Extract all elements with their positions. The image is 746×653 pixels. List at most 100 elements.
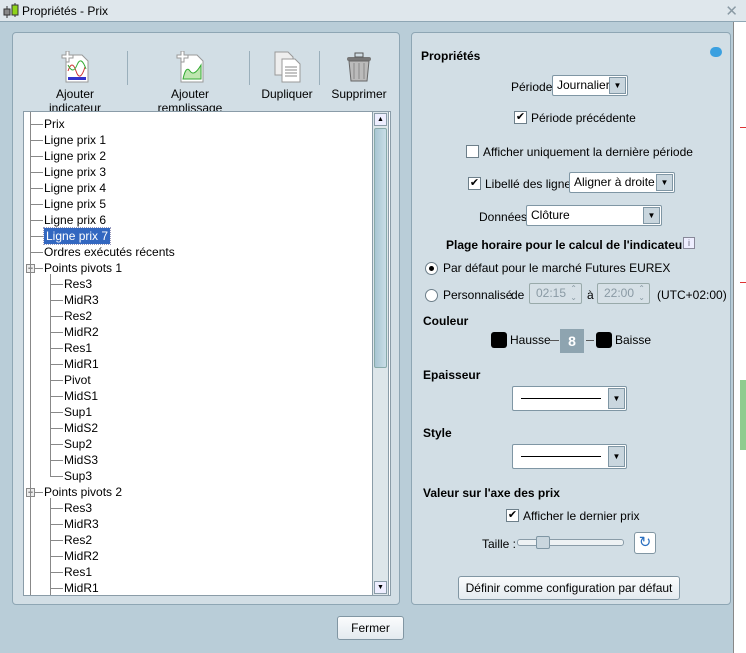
period-label: Période bbox=[511, 80, 553, 94]
tree-scrollbar[interactable]: ▲ ▼ bbox=[372, 111, 389, 596]
custom-label: Personnalisé bbox=[443, 288, 513, 302]
tree-child-item[interactable]: MidS2 bbox=[64, 420, 98, 436]
tree-child-item[interactable]: MidR3 bbox=[64, 516, 99, 532]
delete-label: Supprimer bbox=[331, 87, 387, 101]
scroll-up-icon[interactable]: ▲ bbox=[374, 113, 387, 126]
tree-item[interactable]: Ligne prix 3 bbox=[44, 164, 106, 180]
down-color-swatch[interactable] bbox=[596, 332, 612, 348]
add-fill-icon bbox=[176, 51, 204, 83]
last-period-only-label: Afficher uniquement la dernière période bbox=[483, 145, 693, 159]
from-time-value: 02:15 bbox=[536, 286, 567, 300]
tree-child-item[interactable]: Sup1 bbox=[64, 404, 92, 420]
tree-child-item[interactable]: MidR2 bbox=[64, 548, 99, 564]
thickness-heading: Epaisseur bbox=[423, 368, 481, 382]
element-tree[interactable]: Prix Ligne prix 1 Ligne prix 2 Ligne prix 3… bbox=[23, 111, 391, 596]
tree-child-item[interactable]: Res2 bbox=[64, 308, 92, 324]
align-value: Aligner à droite bbox=[574, 175, 655, 189]
tree-child-item[interactable]: MidR1 bbox=[64, 580, 99, 595]
close-button[interactable]: Fermer bbox=[337, 616, 404, 640]
tree-child-item[interactable]: MidS3 bbox=[64, 452, 98, 468]
link-colors-icon[interactable]: 8 bbox=[560, 329, 584, 353]
from-time-input[interactable]: 02:15 ⌃ ⌄ bbox=[529, 283, 582, 304]
chevron-down-icon: ▼ bbox=[656, 174, 673, 191]
tree-child-item[interactable]: Pivot bbox=[64, 372, 91, 388]
duplicate-label: Dupliquer bbox=[261, 87, 313, 101]
trash-icon bbox=[347, 52, 371, 82]
line-labels-checkbox[interactable]: ✔ bbox=[468, 177, 481, 190]
spinner-icon[interactable]: ⌃ ⌄ bbox=[638, 284, 645, 302]
chevron-down-icon: ▼ bbox=[609, 77, 626, 94]
title-bar: Propriétés - Prix ✕ bbox=[0, 0, 746, 22]
tree-group[interactable]: Points pivots 1 bbox=[44, 260, 122, 276]
price-axis-heading: Valeur sur l'axe des prix bbox=[423, 486, 560, 500]
size-slider[interactable] bbox=[517, 536, 624, 549]
last-period-only-checkbox[interactable] bbox=[466, 145, 479, 158]
tree-child-item[interactable]: MidR1 bbox=[64, 356, 99, 372]
tree-item[interactable]: Ordres exécutés récents bbox=[44, 244, 175, 260]
to-time-value: 22:00 bbox=[604, 286, 635, 300]
thickness-select[interactable]: ▼ bbox=[512, 386, 627, 411]
reset-icon[interactable]: ↻ bbox=[634, 532, 656, 554]
color-heading: Couleur bbox=[423, 314, 469, 328]
properties-heading: Propriétés bbox=[421, 49, 481, 63]
default-market-radio[interactable] bbox=[425, 262, 438, 275]
tree-child-item[interactable]: Res3 bbox=[64, 500, 92, 516]
style-heading: Style bbox=[423, 426, 452, 440]
app-candlestick-icon bbox=[3, 3, 19, 18]
data-label: Données bbox=[479, 210, 528, 224]
tree-child-item[interactable]: Res1 bbox=[64, 564, 92, 580]
tree-child-item[interactable]: Res1 bbox=[64, 340, 92, 356]
add-indicator-button[interactable]: Ajouter indicateur bbox=[29, 51, 121, 115]
timezone-label: (UTC+02:00) bbox=[657, 288, 727, 302]
scroll-thumb[interactable] bbox=[374, 128, 387, 368]
tree-item[interactable]: Ligne prix 5 bbox=[44, 196, 106, 212]
delete-button[interactable]: Supprimer bbox=[329, 51, 389, 101]
tree-child-item[interactable]: Res2 bbox=[64, 532, 92, 548]
prev-period-checkbox[interactable]: ✔ bbox=[514, 111, 527, 124]
info-icon[interactable]: i bbox=[683, 237, 695, 249]
data-select[interactable]: Clôture ▼ bbox=[526, 205, 662, 226]
tree-item[interactable]: Ligne prix 7 bbox=[42, 227, 112, 245]
tree-child-item[interactable]: Res3 bbox=[64, 276, 92, 292]
tree-child-item[interactable]: Sup3 bbox=[64, 468, 92, 484]
spinner-icon[interactable]: ⌃ ⌄ bbox=[570, 284, 577, 302]
scroll-down-icon[interactable]: ▼ bbox=[374, 581, 387, 594]
to-label: à bbox=[587, 288, 594, 302]
tree-child-item[interactable]: Sup2 bbox=[64, 436, 92, 452]
tree-item[interactable]: Prix bbox=[44, 116, 65, 132]
tree-item[interactable]: Ligne prix 2 bbox=[44, 148, 106, 164]
line-labels-align-select[interactable]: Aligner à droite ▼ bbox=[569, 172, 675, 193]
period-value: Journalier bbox=[557, 78, 610, 92]
tree-group[interactable]: Points pivots 2 bbox=[44, 484, 122, 500]
up-color-swatch[interactable] bbox=[491, 332, 507, 348]
show-last-price-checkbox[interactable]: ✔ bbox=[506, 509, 519, 522]
chat-bubble-icon[interactable] bbox=[710, 47, 722, 57]
period-select[interactable]: Journalier ▼ bbox=[552, 75, 628, 96]
tree-child-item[interactable]: MidS1 bbox=[64, 388, 98, 404]
tree-child-item[interactable]: MidR2 bbox=[64, 324, 99, 340]
tree-item[interactable]: Ligne prix 1 bbox=[44, 132, 106, 148]
custom-range-radio[interactable] bbox=[425, 289, 438, 302]
chevron-down-icon: ▼ bbox=[608, 388, 625, 409]
time-range-heading: Plage horaire pour le calcul de l'indica… bbox=[446, 238, 687, 252]
tree-item[interactable]: Ligne prix 4 bbox=[44, 180, 106, 196]
chevron-down-icon: ▼ bbox=[643, 207, 660, 224]
add-fill-button[interactable]: Ajouter remplissage bbox=[137, 51, 243, 115]
from-label: de bbox=[511, 288, 525, 302]
prev-period-label: Période précédente bbox=[531, 111, 636, 125]
style-select[interactable]: ▼ bbox=[512, 444, 627, 469]
duplicate-icon bbox=[274, 51, 301, 83]
duplicate-button[interactable]: Dupliquer bbox=[257, 51, 317, 101]
window-title: Propriétés - Prix bbox=[22, 4, 109, 18]
size-label: Taille : bbox=[482, 537, 517, 551]
slider-thumb[interactable] bbox=[536, 536, 550, 549]
default-market-label: Par défaut pour le marché Futures EUREX bbox=[443, 261, 671, 275]
data-value: Clôture bbox=[531, 208, 570, 222]
close-icon[interactable]: ✕ bbox=[725, 2, 738, 20]
tree-child-item[interactable]: MidR3 bbox=[64, 292, 99, 308]
tree-item[interactable]: Ligne prix 6 bbox=[44, 212, 106, 228]
up-label: Hausse bbox=[510, 333, 551, 347]
set-default-button[interactable]: Définir comme configuration par défaut bbox=[458, 576, 680, 600]
properties-panel: Propriétés Période Journalier ▼ ✔ Période… bbox=[411, 32, 731, 605]
to-time-input[interactable]: 22:00 ⌃ ⌄ bbox=[597, 283, 650, 304]
